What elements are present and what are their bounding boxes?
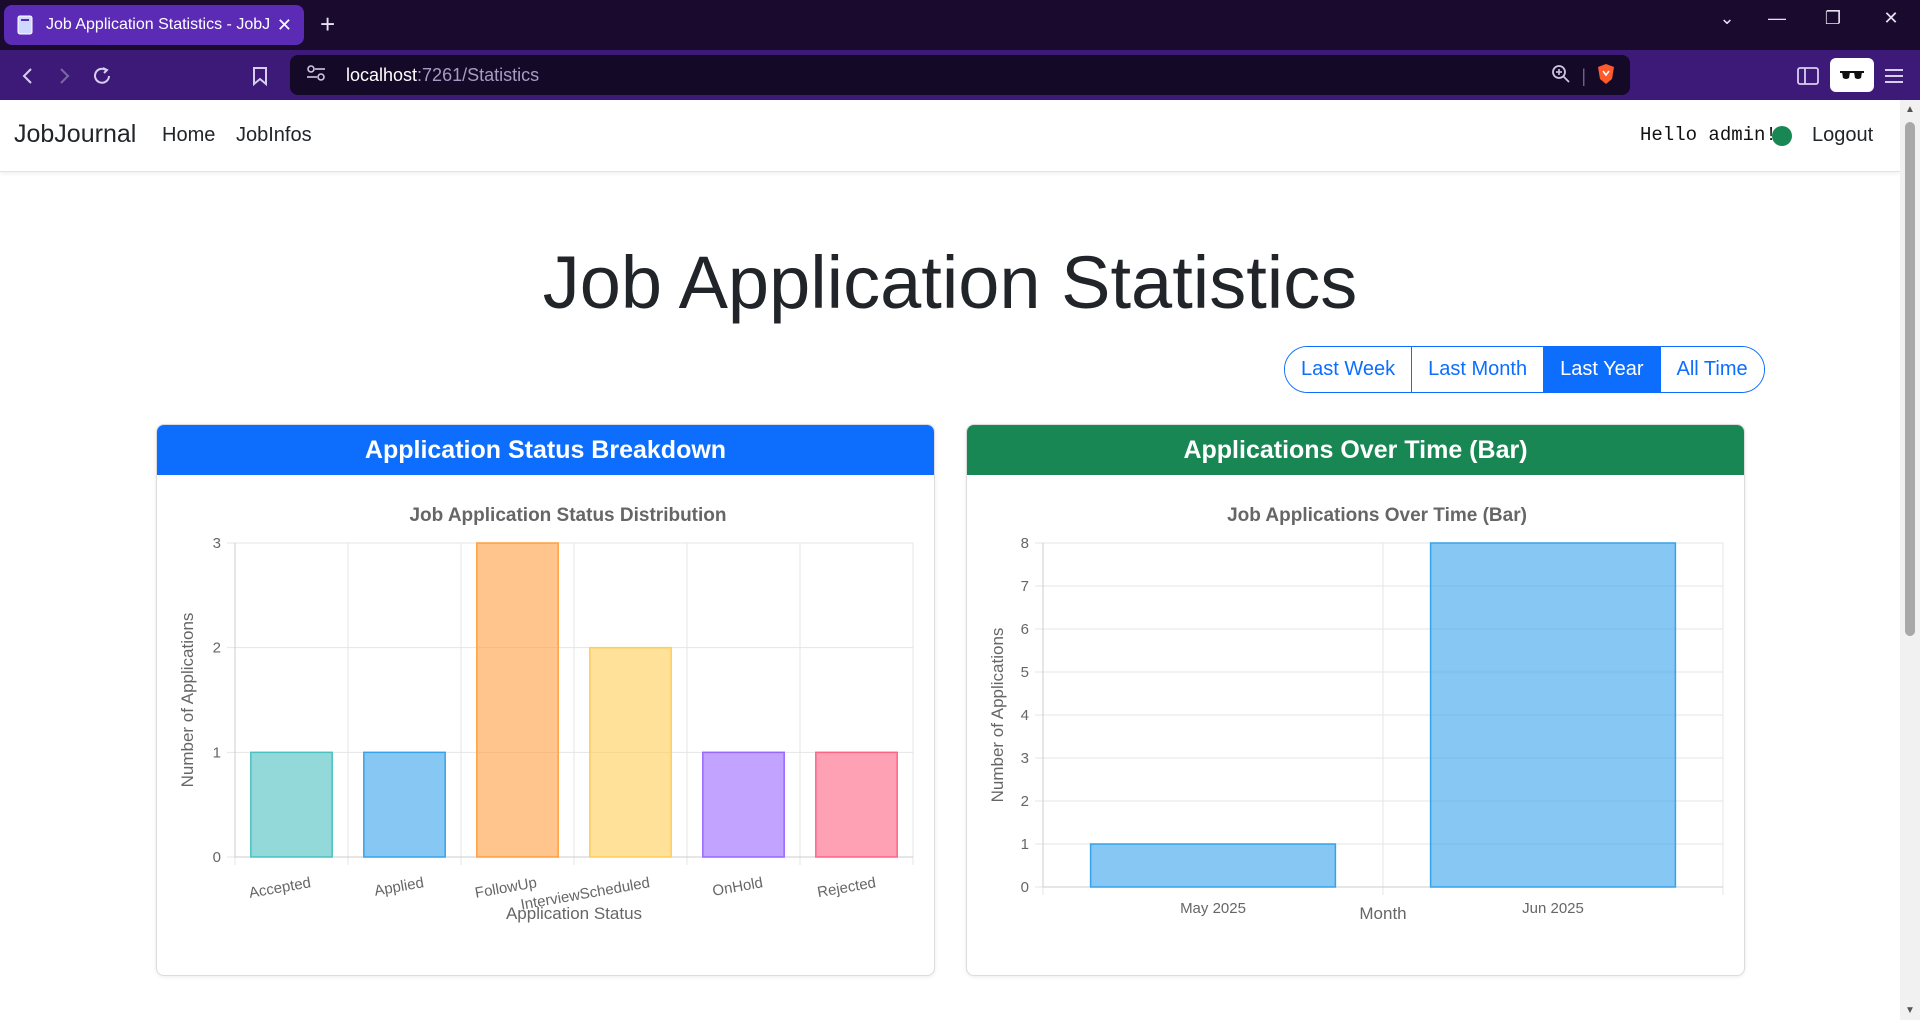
reader-mode-glasses-icon[interactable] (1830, 58, 1874, 92)
app-navbar: JobJournal Home JobInfos Hello admin! Lo… (0, 100, 1900, 172)
bar-onhold (702, 751, 785, 858)
tab-close-icon[interactable]: ✕ (277, 15, 292, 36)
y-tick-label: 6 (1021, 621, 1029, 638)
x-tick-label: May 2025 (1180, 900, 1246, 917)
y-tick-label: 4 (1021, 707, 1029, 724)
browser-tab[interactable]: Job Application Statistics - JobJo ✕ (4, 5, 304, 45)
y-tick-label: 1 (1021, 836, 1029, 853)
status-breakdown-card: Application Status Breakdown Job Applica… (156, 424, 935, 976)
applications-over-time-chart: Job Applications Over Time (Bar) 0 1 2 3 4 5 6 7… (988, 505, 1724, 923)
y-tick-label: 2 (1021, 793, 1029, 810)
bar-jun-2025 (1429, 542, 1677, 888)
online-status-icon (1772, 126, 1792, 146)
x-tick-label: OnHold (711, 874, 764, 900)
user-greeting: Hello admin! (1640, 124, 1777, 146)
url-path: :7261/Statistics (417, 64, 540, 85)
time-range-selector: Last Week Last Month Last Year All Time (1284, 346, 1765, 393)
page-title: Job Application Statistics (542, 241, 1358, 324)
tab-search-icon[interactable]: ⌄ (1712, 8, 1742, 29)
brave-shield-icon[interactable] (1596, 63, 1616, 90)
bar-may-2025 (1089, 843, 1337, 888)
y-tick-label: 2 (213, 640, 221, 657)
page-scrollbar[interactable]: ▲ ▼ (1900, 100, 1920, 1020)
x-tick-label: Rejected (816, 874, 877, 901)
page-icon (16, 15, 36, 35)
nav-link-jobinfos[interactable]: JobInfos (236, 124, 312, 147)
back-button[interactable] (14, 62, 42, 90)
sidebar-toggle-icon[interactable] (1794, 62, 1822, 90)
y-tick-label: 3 (213, 535, 221, 552)
y-tick-label: 0 (1021, 879, 1029, 896)
scroll-down-icon[interactable]: ▼ (1905, 1005, 1915, 1016)
y-tick-label: 5 (1021, 664, 1029, 681)
x-tick-label: Accepted (248, 874, 313, 902)
y-tick-label: 1 (213, 744, 221, 761)
menu-icon[interactable] (1880, 62, 1908, 90)
y-tick-label: 3 (1021, 750, 1029, 767)
scroll-up-icon[interactable]: ▲ (1905, 104, 1915, 115)
page-content: JobJournal Home JobInfos Hello admin! Lo… (0, 100, 1900, 1020)
restore-button[interactable]: ❐ (1818, 8, 1848, 29)
reload-button[interactable] (88, 62, 116, 90)
zoom-icon[interactable] (1551, 64, 1571, 89)
bar-rejected (815, 751, 898, 858)
x-tick-label: Applied (373, 874, 425, 899)
bar-accepted (250, 751, 333, 858)
bar-interviewscheduled (589, 646, 672, 858)
tab-title: Job Application Statistics - JobJo (46, 16, 269, 33)
card-header: Applications Over Time (Bar) (967, 425, 1744, 475)
forward-button[interactable] (50, 62, 78, 90)
new-tab-button[interactable]: + (320, 10, 335, 38)
bar-followup (476, 542, 559, 858)
minimize-button[interactable]: — (1762, 8, 1792, 29)
y-tick-label: 0 (213, 849, 221, 866)
url-host: localhost (346, 64, 418, 85)
applications-over-time-card: Applications Over Time (Bar) Job Applica… (966, 424, 1745, 976)
range-button-last-year[interactable]: Last Year (1544, 347, 1661, 392)
range-button-last-week[interactable]: Last Week (1285, 347, 1413, 392)
site-settings-icon[interactable] (306, 64, 328, 86)
bookmark-icon[interactable] (246, 62, 274, 90)
bar-applied (363, 751, 446, 858)
logout-link[interactable]: Logout (1812, 124, 1873, 147)
y-tick-label: 7 (1021, 578, 1029, 595)
x-axis-title: Application Status (506, 904, 642, 923)
chart-title: Job Application Status Distribution (409, 505, 726, 526)
browser-tab-bar: Job Application Statistics - JobJo ✕ + ⌄… (0, 0, 1920, 50)
y-tick-label: 8 (1021, 535, 1029, 552)
x-axis-title: Month (1359, 904, 1406, 923)
browser-toolbar: localhost:7261/Statistics | (0, 50, 1920, 100)
close-window-button[interactable]: ✕ (1876, 8, 1906, 29)
y-axis-title: Number of Applications (178, 613, 197, 788)
brand-link[interactable]: JobJournal (14, 120, 136, 149)
scrollbar-thumb[interactable] (1905, 122, 1915, 636)
chart-title: Job Applications Over Time (Bar) (1227, 505, 1527, 526)
nav-link-home[interactable]: Home (162, 124, 215, 147)
y-axis-title: Number of Applications (988, 628, 1007, 803)
status-distribution-chart: Job Application Status Distribution 0 1 2 3 A… (178, 505, 914, 923)
x-tick-label: Jun 2025 (1522, 900, 1584, 917)
divider: | (1581, 66, 1586, 86)
address-bar[interactable]: localhost:7261/Statistics | (290, 55, 1630, 95)
card-header: Application Status Breakdown (157, 425, 934, 475)
range-button-all-time[interactable]: All Time (1660, 347, 1764, 392)
range-button-last-month[interactable]: Last Month (1412, 347, 1545, 392)
